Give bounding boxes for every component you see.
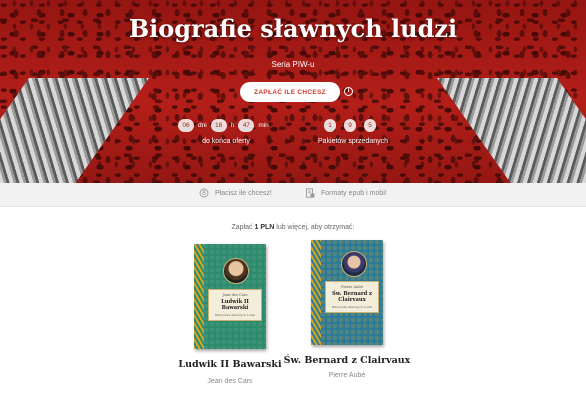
cover-portrait bbox=[341, 251, 367, 277]
book-title[interactable]: Ludwik II Bawarski bbox=[165, 359, 295, 371]
countdown-timer: 06 dni 16 h 47 min bbox=[178, 119, 269, 132]
book-title[interactable]: Św. Bernard z Clairvaux bbox=[282, 355, 412, 367]
cover-spine bbox=[194, 244, 204, 349]
book-card[interactable]: Pierre Aubé Św. Bernard z Clairvaux Bibl… bbox=[282, 240, 412, 379]
offer-amount: 1 PLN bbox=[254, 224, 275, 231]
offer-text: Zapłać 1 PLN lub więcej, aby otrzymać: bbox=[0, 224, 586, 231]
cover-title: Ludwik II Bawarski bbox=[221, 299, 249, 311]
sold-counter: 1 9 5 bbox=[324, 119, 376, 132]
countdown-label: do końca oferty bbox=[202, 138, 250, 145]
cover-label: Jean des Cars Ludwik II Bawarski Bibliot… bbox=[208, 289, 262, 321]
feature-label: Płacisz ile chcesz! bbox=[215, 189, 272, 197]
cover-label: Pierre Aubé Św. Bernard z Clairvaux Bibl… bbox=[325, 281, 379, 313]
cover-series: Biblioteka Sławnych Ludzi bbox=[214, 313, 256, 317]
cover-spine bbox=[311, 240, 321, 345]
sold-digit: 9 bbox=[344, 119, 356, 132]
sold-label: Pakietów sprzedanych bbox=[317, 138, 389, 145]
sold-digit: 5 bbox=[364, 119, 376, 132]
countdown-hours-unit: h bbox=[230, 122, 235, 129]
cover-title: Św. Bernard z Clairvaux bbox=[332, 291, 372, 303]
sold-digit: 1 bbox=[324, 119, 336, 132]
book-cover[interactable]: Pierre Aubé Św. Bernard z Clairvaux Bibl… bbox=[311, 240, 383, 345]
countdown-minutes: 47 bbox=[238, 119, 255, 132]
series-subtitle: Seria PIW-u bbox=[271, 60, 315, 69]
page-title: Biografie sławnych ludzi bbox=[128, 14, 458, 43]
countdown-hours: 16 bbox=[210, 119, 227, 132]
cover-series: Biblioteka Sławnych Ludzi bbox=[331, 305, 373, 309]
document-icon bbox=[306, 188, 315, 198]
pay-what-you-want-button[interactable]: ZAPŁAĆ ILE CHCESZ bbox=[240, 82, 340, 102]
cover-portrait bbox=[223, 258, 249, 284]
cover-author: Pierre Aubé bbox=[341, 285, 363, 289]
feature-pay-what-you-want: Płacisz ile chcesz! bbox=[199, 188, 272, 198]
countdown-minutes-unit: min bbox=[258, 122, 269, 129]
book-card[interactable]: Jean des Cars Ludwik II Bawarski Bibliot… bbox=[165, 240, 295, 385]
features-bar: Płacisz ile chcesz! Formaty epub i mobi! bbox=[0, 183, 586, 207]
countdown-days: 06 bbox=[178, 119, 194, 132]
offer-prefix: Zapłać bbox=[231, 224, 255, 231]
feature-formats: Formaty epub i mobi! bbox=[305, 188, 387, 198]
hero-banner: Biografie sławnych ludzi Seria PIW-u ZAP… bbox=[0, 0, 586, 183]
cover-author: Jean des Cars bbox=[222, 293, 248, 297]
info-icon[interactable]: i bbox=[344, 87, 353, 96]
book-author: Jean des Cars bbox=[207, 378, 253, 385]
feature-label: Formaty epub i mobi! bbox=[321, 189, 387, 197]
book-cover[interactable]: Jean des Cars Ludwik II Bawarski Bibliot… bbox=[194, 244, 266, 349]
offer-suffix: lub więcej, aby otrzymać: bbox=[274, 224, 355, 231]
countdown-days-unit: dni bbox=[198, 122, 207, 129]
book-author: Pierre Aubé bbox=[328, 372, 366, 379]
coin-hand-icon bbox=[199, 188, 209, 198]
